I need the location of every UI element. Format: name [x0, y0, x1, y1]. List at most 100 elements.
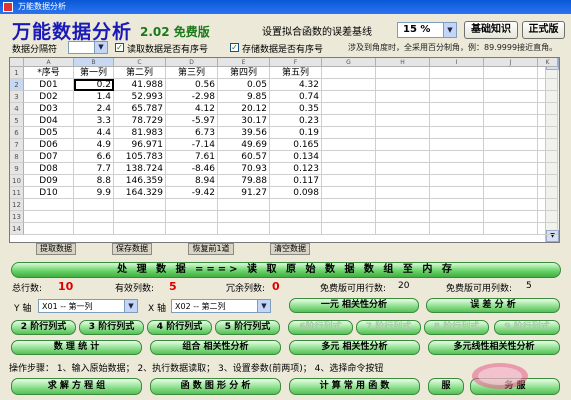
grid-cell[interactable]: [322, 223, 376, 235]
grid-cell[interactable]: 9.85: [218, 91, 270, 103]
grid-cell[interactable]: [24, 211, 74, 223]
grid-cell[interactable]: 20.12: [218, 103, 270, 115]
grid-cell[interactable]: [376, 163, 430, 175]
grid-cell[interactable]: [376, 103, 430, 115]
row-header[interactable]: 6: [10, 127, 24, 139]
grid-cell[interactable]: 49.69: [218, 139, 270, 151]
row-header[interactable]: 5: [10, 115, 24, 127]
error-baseline-select[interactable]: 15 % ▼: [397, 22, 457, 38]
grid-cell[interactable]: [430, 127, 484, 139]
grid-cell[interactable]: 79.88: [218, 175, 270, 187]
column-title-cell[interactable]: [538, 67, 558, 79]
column-header-d[interactable]: D: [166, 58, 218, 67]
grid-cell[interactable]: [538, 151, 558, 163]
grid-cell[interactable]: [270, 211, 322, 223]
row-header[interactable]: 4: [10, 103, 24, 115]
grid-corner[interactable]: [10, 58, 24, 67]
grid-cell[interactable]: [270, 199, 322, 211]
column-title-cell[interactable]: 第五列: [270, 67, 322, 79]
det-8-button[interactable]: 8 阶行列式: [424, 320, 489, 335]
column-header-c[interactable]: C: [114, 58, 166, 67]
grid-cell[interactable]: 78.729: [114, 115, 166, 127]
column-title-cell[interactable]: [484, 67, 538, 79]
column-title-cell[interactable]: [430, 67, 484, 79]
grid-cell[interactable]: 7.61: [166, 151, 218, 163]
basic-knowledge-button[interactable]: 基础知识: [464, 21, 518, 39]
grid-cell[interactable]: 0.134: [270, 151, 322, 163]
grid-cell[interactable]: -7.14: [166, 139, 218, 151]
column-header-k[interactable]: K: [538, 58, 558, 67]
grid-cell[interactable]: [322, 211, 376, 223]
grid-cell[interactable]: 164.329: [114, 187, 166, 199]
clear-data-button[interactable]: 清空数据: [270, 243, 310, 255]
row-header[interactable]: 3: [10, 91, 24, 103]
grid-cell[interactable]: [114, 211, 166, 223]
grid-cell[interactable]: [538, 115, 558, 127]
column-title-cell[interactable]: *序号: [24, 67, 74, 79]
store-seq-checkbox[interactable]: ✓: [230, 43, 239, 52]
det-2-button[interactable]: 2 阶行列式: [11, 320, 76, 335]
grid-cell[interactable]: [430, 139, 484, 151]
row-header[interactable]: 1: [10, 67, 24, 79]
grid-cell[interactable]: [484, 211, 538, 223]
save-data-button[interactable]: 保存数据: [112, 243, 152, 255]
statistics-button[interactable]: 数 理 统 计: [11, 340, 142, 355]
grid-cell[interactable]: [538, 91, 558, 103]
column-title-cell[interactable]: 第一列: [74, 67, 114, 79]
grid-cell[interactable]: 60.57: [218, 151, 270, 163]
grid-cell[interactable]: 7.7: [74, 163, 114, 175]
grid-cell[interactable]: -9.42: [166, 187, 218, 199]
grid-cell[interactable]: 6.6: [74, 151, 114, 163]
x-axis-select[interactable]: X02 -- 第二列 ▼: [171, 299, 271, 313]
grid-cell[interactable]: D01: [24, 79, 74, 91]
column-header-j[interactable]: J: [484, 58, 538, 67]
grid-cell[interactable]: [430, 115, 484, 127]
grid-cell[interactable]: 41.988: [114, 79, 166, 91]
grid-cell[interactable]: [538, 163, 558, 175]
det-3-button[interactable]: 3 阶行列式: [79, 320, 144, 335]
grid-cell[interactable]: [376, 187, 430, 199]
grid-cell[interactable]: [430, 199, 484, 211]
grid-cell[interactable]: [538, 127, 558, 139]
grid-cell[interactable]: 105.783: [114, 151, 166, 163]
row-header[interactable]: 13: [10, 211, 24, 223]
column-title-cell[interactable]: 第四列: [218, 67, 270, 79]
grid-cell[interactable]: 4.32: [270, 79, 322, 91]
column-header-i[interactable]: I: [430, 58, 484, 67]
column-title-cell[interactable]: 第三列: [166, 67, 218, 79]
grid-cell[interactable]: [218, 223, 270, 235]
grid-cell[interactable]: [322, 139, 376, 151]
grid-cell[interactable]: 0.23: [270, 115, 322, 127]
error-analysis-button[interactable]: 误 差 分 析: [426, 298, 560, 313]
grid-cell[interactable]: [376, 91, 430, 103]
grid-cell[interactable]: [430, 187, 484, 199]
grid-cell[interactable]: 146.359: [114, 175, 166, 187]
det-4-button[interactable]: 4 阶行列式: [147, 320, 212, 335]
row-header[interactable]: 12: [10, 199, 24, 211]
grid-cell[interactable]: -8.46: [166, 163, 218, 175]
grid-cell[interactable]: [114, 199, 166, 211]
grid-cell[interactable]: [430, 175, 484, 187]
row-header[interactable]: 9: [10, 163, 24, 175]
chevron-down-icon[interactable]: ▼: [124, 300, 137, 312]
column-header-e[interactable]: E: [218, 58, 270, 67]
grid-cell[interactable]: D08: [24, 163, 74, 175]
grid-cell[interactable]: [166, 199, 218, 211]
grid-cell[interactable]: [484, 187, 538, 199]
grid-cell[interactable]: [430, 91, 484, 103]
grid-cell[interactable]: 30.17: [218, 115, 270, 127]
chevron-down-icon[interactable]: ▼: [94, 42, 107, 53]
grid-cell[interactable]: [270, 223, 322, 235]
grid-cell[interactable]: [484, 79, 538, 91]
column-title-cell[interactable]: 第二列: [114, 67, 166, 79]
grid-cell[interactable]: [430, 151, 484, 163]
grid-cell[interactable]: [376, 223, 430, 235]
row-header[interactable]: 14: [10, 223, 24, 235]
grid-cell[interactable]: [538, 211, 558, 223]
grid-cell[interactable]: [430, 163, 484, 175]
column-header-g[interactable]: G: [322, 58, 376, 67]
grid-cell[interactable]: 0.19: [270, 127, 322, 139]
grid-cell[interactable]: -5.97: [166, 115, 218, 127]
grid-cell[interactable]: [430, 103, 484, 115]
read-seq-checkbox[interactable]: ✓: [115, 43, 124, 52]
